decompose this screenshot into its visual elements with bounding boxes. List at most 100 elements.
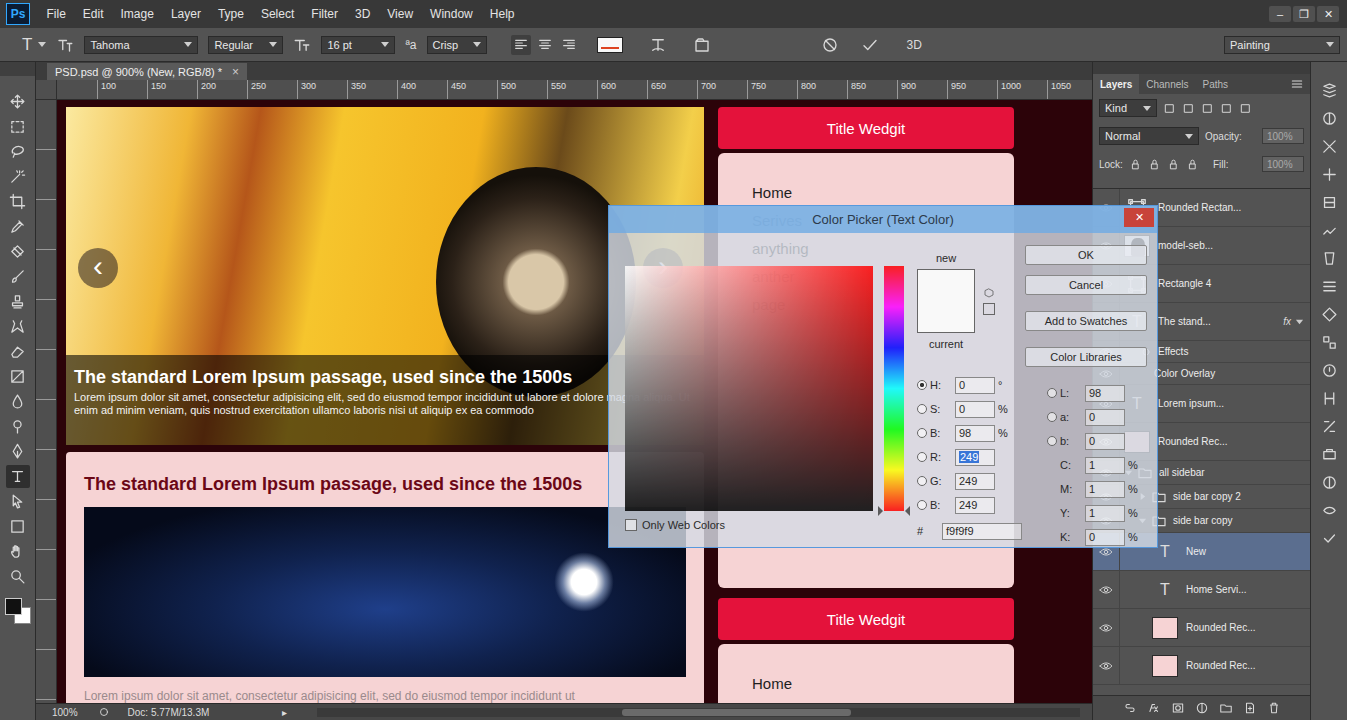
radio-button[interactable] [1047, 412, 1057, 422]
radio-button[interactable] [917, 476, 927, 486]
color-value-field[interactable]: 249 [955, 497, 995, 514]
history-tool[interactable] [6, 315, 30, 338]
dialog-button[interactable]: Add to Swatches [1025, 311, 1147, 331]
type-tool[interactable] [6, 465, 30, 488]
lab-value-field[interactable]: 0 [1085, 409, 1125, 426]
zoom-level[interactable]: 100% [52, 707, 78, 718]
warp-text-icon[interactable] [649, 36, 667, 54]
cmyk-value-field[interactable]: 1 [1085, 457, 1125, 474]
layer-name[interactable]: side bar copy [1173, 515, 1310, 526]
layer-name[interactable]: Home Servi... [1186, 584, 1310, 595]
panel-button-icon[interactable] [1321, 278, 1338, 295]
lock-icon[interactable] [1148, 158, 1161, 171]
visibility-toggle[interactable] [1093, 571, 1120, 608]
menu-item[interactable]: Image [112, 7, 162, 21]
blur-tool[interactable] [6, 390, 30, 413]
heal-tool[interactable] [6, 240, 30, 263]
close-tab-button[interactable]: × [232, 65, 239, 79]
dialog-button[interactable]: OK [1025, 245, 1147, 265]
menu-item[interactable]: View [379, 7, 422, 21]
panel-button-icon[interactable] [1321, 502, 1338, 519]
panel-button-icon[interactable] [1321, 166, 1338, 183]
path-tool[interactable] [6, 490, 30, 513]
filter-kind-dropdown[interactable]: Kind [1099, 99, 1157, 117]
panel-button-icon[interactable] [1321, 530, 1338, 547]
layer-action-icon[interactable] [1195, 701, 1209, 715]
dialog-button[interactable]: Cancel [1025, 275, 1147, 295]
status-menu-button[interactable]: ▸ [282, 707, 287, 718]
document-info-icon[interactable] [98, 706, 110, 718]
panel-collapse-bar[interactable] [1093, 62, 1310, 74]
widget-link[interactable]: Home [752, 670, 980, 698]
panel-menu-icon[interactable] [1290, 77, 1304, 91]
pen-tool[interactable] [6, 440, 30, 463]
panel-button-icon[interactable] [1321, 138, 1338, 155]
layer-action-icon[interactable] [1123, 701, 1137, 715]
lock-icon[interactable] [1186, 158, 1199, 171]
wand-tool[interactable] [6, 165, 30, 188]
layer-name[interactable]: side bar copy 2 [1173, 491, 1310, 502]
layer-action-icon[interactable] [1243, 701, 1257, 715]
layer-name[interactable]: all sidebar [1159, 467, 1310, 478]
commit-check-icon[interactable] [861, 36, 879, 54]
cmyk-value-field[interactable]: 1 [1085, 505, 1125, 522]
layer-row[interactable]: T Home Servi... [1093, 571, 1310, 609]
filter-icon[interactable] [1201, 102, 1214, 115]
panel-button-icon[interactable] [1321, 334, 1338, 351]
dialog-title-bar[interactable]: Color Picker (Text Color) ✕ [609, 206, 1157, 233]
radio-button[interactable] [1047, 436, 1057, 446]
marquee-tool[interactable] [6, 115, 30, 138]
filter-icon[interactable] [1182, 102, 1195, 115]
align-left-button[interactable] [511, 35, 531, 55]
menu-item[interactable]: Type [209, 7, 252, 21]
layer-name[interactable]: Lorem ipsum... [1158, 398, 1310, 409]
widget-link[interactable]: Home [752, 179, 980, 207]
panel-button-icon[interactable] [1321, 446, 1338, 463]
text-color-swatch[interactable] [597, 37, 623, 53]
layer-row[interactable]: Rounded Rec... [1093, 609, 1310, 647]
color-value-field[interactable]: 0 [955, 377, 995, 394]
lock-icon[interactable] [1129, 158, 1142, 171]
hex-field[interactable]: f9f9f9 [942, 523, 1022, 540]
menu-item[interactable]: 3D [346, 7, 378, 21]
text-orientation-icon[interactable] [56, 36, 74, 54]
crop-tool[interactable] [6, 190, 30, 213]
move-tool[interactable] [6, 90, 30, 113]
web-colors-option[interactable]: Only Web Colors [625, 519, 873, 531]
radio-button[interactable] [1047, 388, 1057, 398]
radio-button[interactable] [917, 500, 927, 510]
layer-name[interactable]: The stand... [1158, 316, 1283, 327]
horizontal-scrollbar[interactable] [317, 708, 1080, 717]
layer-name[interactable]: Rectangle 4 [1158, 278, 1310, 289]
color-value-field[interactable]: 249 [955, 449, 995, 466]
dialog-close-button[interactable]: ✕ [1124, 208, 1154, 227]
panel-button-icon[interactable] [1321, 418, 1338, 435]
align-right-button[interactable] [559, 35, 579, 55]
web-safe-swatch[interactable] [983, 303, 995, 315]
shape-tool[interactable] [6, 515, 30, 538]
dialog-button[interactable]: Color Libraries [1025, 347, 1147, 367]
lab-value-field[interactable]: 98 [1085, 385, 1125, 402]
layer-name[interactable]: New [1186, 546, 1310, 557]
lock-icon[interactable] [1167, 158, 1180, 171]
visibility-toggle[interactable] [1093, 609, 1120, 646]
layer-name[interactable]: Rounded Rec... [1186, 660, 1310, 671]
eyedropper-tool[interactable] [6, 215, 30, 238]
window-control-button[interactable]: ❐ [1293, 6, 1315, 22]
panel-button-icon[interactable] [1321, 194, 1338, 211]
foreground-color[interactable] [5, 598, 22, 615]
hand-tool[interactable] [6, 540, 30, 563]
opacity-field[interactable]: 100% [1262, 128, 1304, 144]
cmyk-value-field[interactable]: 0 [1085, 529, 1125, 546]
menu-item[interactable]: File [38, 7, 74, 21]
current-color-swatch[interactable] [918, 301, 974, 332]
gamut-warning-icon[interactable] [983, 287, 995, 299]
lab-value-field[interactable]: 0 [1085, 433, 1125, 450]
panel-tab[interactable]: Paths [1196, 74, 1236, 94]
menu-item[interactable]: Select [252, 7, 302, 21]
toolbar-grip[interactable] [0, 62, 35, 76]
menu-item[interactable]: Edit [74, 7, 112, 21]
panel-tab[interactable]: Layers [1093, 74, 1139, 94]
blend-mode-dropdown[interactable]: Normal [1099, 127, 1199, 145]
radio-button[interactable] [917, 428, 927, 438]
